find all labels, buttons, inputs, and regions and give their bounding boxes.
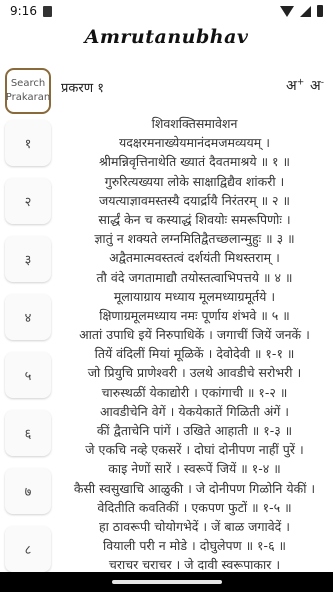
verse-line: श्रीमन्निवृत्तिनाथेति ख्यातं दैवतमाश्रये… (98, 154, 291, 170)
verse-line: आवडीचेनि वेगें । येकयेकातें गिळिती अंगें… (99, 403, 290, 419)
sidebar-item-prakaran-4[interactable]: ४ (5, 294, 51, 340)
verse-line: जो प्रियुचि प्राणेश्वरी । उलथे आवडीचे सर… (87, 365, 302, 381)
verse-line: कैसी स्वसुखाचि आळुकी । जे दोनीपण गिळोनि … (73, 480, 316, 496)
verse-line: आतां उपाधि इयें निरुपाधिकें । जगाचीं जिय… (79, 327, 310, 343)
sidebar-item-prakaran-2[interactable]: २ (5, 178, 51, 224)
sidebar-item-prakaran-8[interactable]: ८ (5, 526, 51, 572)
verse-list: शिवशक्तिसमावेशन यदक्षरमनाख्येयमानंदमजमव्… (56, 114, 333, 575)
navigation-bar (0, 572, 333, 592)
verse-line: ज्ञातुं न शक्यते लग्नमितिद्वैतच्छलान्मुह… (94, 231, 295, 247)
font-increase-button[interactable]: अ+ (286, 76, 304, 95)
prakaran-title: प्रकरण १ (61, 81, 104, 96)
verse-line: वियाली परी न मोडे । दोघुलेपण ॥ १-६ ॥ (102, 538, 287, 554)
search-button-label-line2: Prakaran (5, 92, 51, 103)
verse-heading: शिवशक्तिसमावेशन (151, 116, 238, 131)
verse-line: क्षिणाग्रमूलमध्याय नमः पूर्णाय शंभवे ॥ ५… (99, 307, 290, 323)
verse-line: अद्वैतमात्मवस्तत्वं दर्शयंती मिथस्तराम् … (109, 250, 280, 266)
battery-icon (317, 5, 323, 17)
verse-line: तियें वंदिलीं मियां मूळिकें । देवोदेवी ॥… (94, 346, 295, 362)
status-right (280, 5, 323, 17)
status-bar: 9:16 (0, 0, 333, 22)
status-left: 9:16 (10, 4, 52, 18)
status-time: 9:16 (10, 4, 37, 18)
verse-line: सार्द्धं केन च कस्याद्धं शिवयोः समरूपिणो… (98, 211, 291, 227)
cell-signal-icon (300, 5, 311, 17)
verse-line: वेदितीति कवतिकीं । एकपण फुटों ॥ १-५ ॥ (97, 499, 292, 515)
verse-line: जे एकचि नव्हे एकसरें । दोघां दोनीपण नाही… (85, 442, 304, 458)
verse-line: मूलायाग्राय मध्याय मूलमध्याग्रमूर्तये । (113, 288, 276, 304)
verse-line: तौ वंदे जगतामाद्यौ तयोस्तत्वाभिपत्तये ॥ … (96, 269, 293, 285)
notification-sd-icon (42, 5, 52, 17)
search-button-label-line1: Search (10, 78, 46, 89)
verse-line: कीं द्वैताचेनि पांगें । उखिते आहाती ॥ १-… (96, 423, 293, 438)
home-gesture-handle[interactable] (111, 580, 222, 584)
sidebar-item-prakaran-5[interactable]: ५ (5, 352, 51, 398)
wifi-icon (280, 5, 294, 17)
verse-line: यदक्षरमनाख्येयमानंदमजमव्ययम् । (119, 135, 270, 151)
search-prakaran-button[interactable]: Search Prakaran (5, 68, 51, 114)
sidebar-item-prakaran-3[interactable]: ३ (5, 236, 51, 282)
app-title: Amrutanubhav (84, 26, 249, 48)
sidebar-item-prakaran-1[interactable]: १ (5, 120, 51, 166)
verse-line: हा ठावरूपी चोयोगभेदें । जें बाळ जगावेदें… (98, 518, 291, 534)
sidebar-item-prakaran-6[interactable]: ६ (5, 410, 51, 456)
verse-line: जयत्याज्ञावमस्तस्यै दयार्द्रायै निरंतरम्… (98, 192, 290, 208)
verse-line: काइ नेणों सारें । स्वरूपें जियें ॥ १-४ ॥ (108, 461, 281, 477)
font-decrease-button[interactable]: अ- (310, 76, 324, 95)
sidebar-item-prakaran-7[interactable]: ७ (5, 468, 51, 514)
verse-line: चारुस्थळीं येकाद्योरी । एकांगाची ॥ १-२ ॥ (101, 384, 288, 400)
verse-line: गुरुरित्यख्यया लोके साक्षाद्विद्यैव शांक… (104, 173, 285, 189)
